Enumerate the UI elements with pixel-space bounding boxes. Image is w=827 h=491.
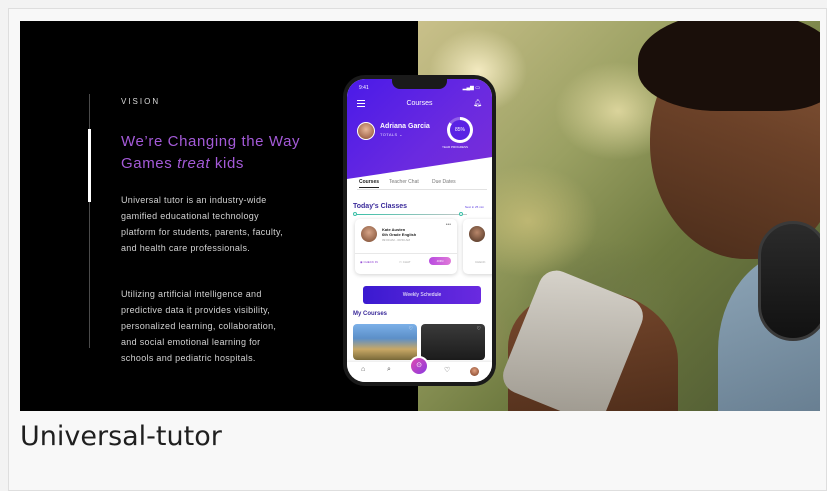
status-time: 9:41 [359,85,369,91]
section-heading: We’re Changing the Way Games treat kids [121,133,301,172]
bell-icon[interactable]: 🔔︎ [473,99,482,107]
avatar [469,226,485,242]
progress-label: 85% [450,120,470,140]
check-in-button[interactable]: CHECK [475,260,486,264]
timeline-end-dot [459,212,463,216]
compass-icon[interactable]: ⊙ [409,356,429,376]
avatar[interactable] [470,367,479,376]
intro-paragraph: Universal tutor is an industry-wide gami… [121,195,283,253]
project-title[interactable]: Universal-tutor [20,421,222,452]
vision-section: VISION We’re Changing the Way Games trea… [20,21,340,411]
card-divider [355,253,457,254]
search-icon[interactable]: ⌕ [387,366,391,374]
heart-icon[interactable]: ♡ [477,326,481,332]
heart-icon[interactable]: ♡ [409,326,413,332]
tab-courses[interactable]: Courses [359,179,380,188]
divider-accent [88,129,91,202]
weekly-schedule-button[interactable]: Weekly Schedule [363,286,481,304]
todays-classes-title: Today's Classes [353,203,408,210]
phone-notch [392,79,447,89]
chevron-down-icon: ⌄ [399,132,403,137]
hero-image[interactable]: VISION We’re Changing the Way Games trea… [20,21,820,411]
course-tile[interactable]: ♡ [421,324,485,360]
timeline-start-dot [353,212,357,216]
tab-teacher-chat[interactable]: Teacher Chat [389,179,419,185]
student-hair [638,21,820,111]
chat-icon: ▭ [399,260,402,264]
class-time: 09:00 AM - 09:50 AM [382,238,411,242]
profile-name: Adriana Garcia [380,123,430,130]
signal-battery-icon: ▂▄▆ ▭ [462,85,480,91]
app-screen: 9:41 ▂▄▆ ▭ Courses 🔔︎ Adriana Garcia TOT… [347,79,492,382]
next-class-timer: Next in 25 min [464,205,484,209]
class-card[interactable]: CHECK [463,219,492,274]
class-timeline [355,214,467,215]
totals-dropdown[interactable]: TOTALS ⌄ [380,132,403,137]
progress-caption: YEAR PROGRESS [442,145,469,149]
check-in-button[interactable]: ◉ CHECK IN [360,260,378,264]
class-card[interactable]: ••• Kate Austen 6th Grade English 09:00 … [355,219,457,274]
more-icon[interactable]: ••• [446,222,451,228]
headphone-icon [758,221,820,341]
section-eyebrow: VISION [121,97,161,106]
progress-ring: 85% [447,117,473,143]
chat-button[interactable]: ▭ CHAT [399,260,411,264]
tabs-divider [357,189,487,190]
ai-paragraph: Utilizing artificial intelligence and pr… [121,289,277,363]
join-button[interactable]: JOIN [429,257,451,265]
my-courses-title: My Courses [353,311,388,317]
tab-due-dates[interactable]: Due Dates [432,179,456,185]
avatar[interactable] [357,122,375,140]
course-tile[interactable]: ♡ [353,324,417,360]
heart-icon[interactable]: ♡ [444,366,450,374]
phone-mockup: 9:41 ▂▄▆ ▭ Courses 🔔︎ Adriana Garcia TOT… [343,75,496,386]
app-title: Courses [406,100,433,107]
bottom-nav: ⌂ ⌕ ⊙ ♡ [347,356,492,382]
class-name: 6th Grade English [382,232,417,237]
avatar [361,226,377,242]
home-icon[interactable]: ⌂ [361,366,365,373]
